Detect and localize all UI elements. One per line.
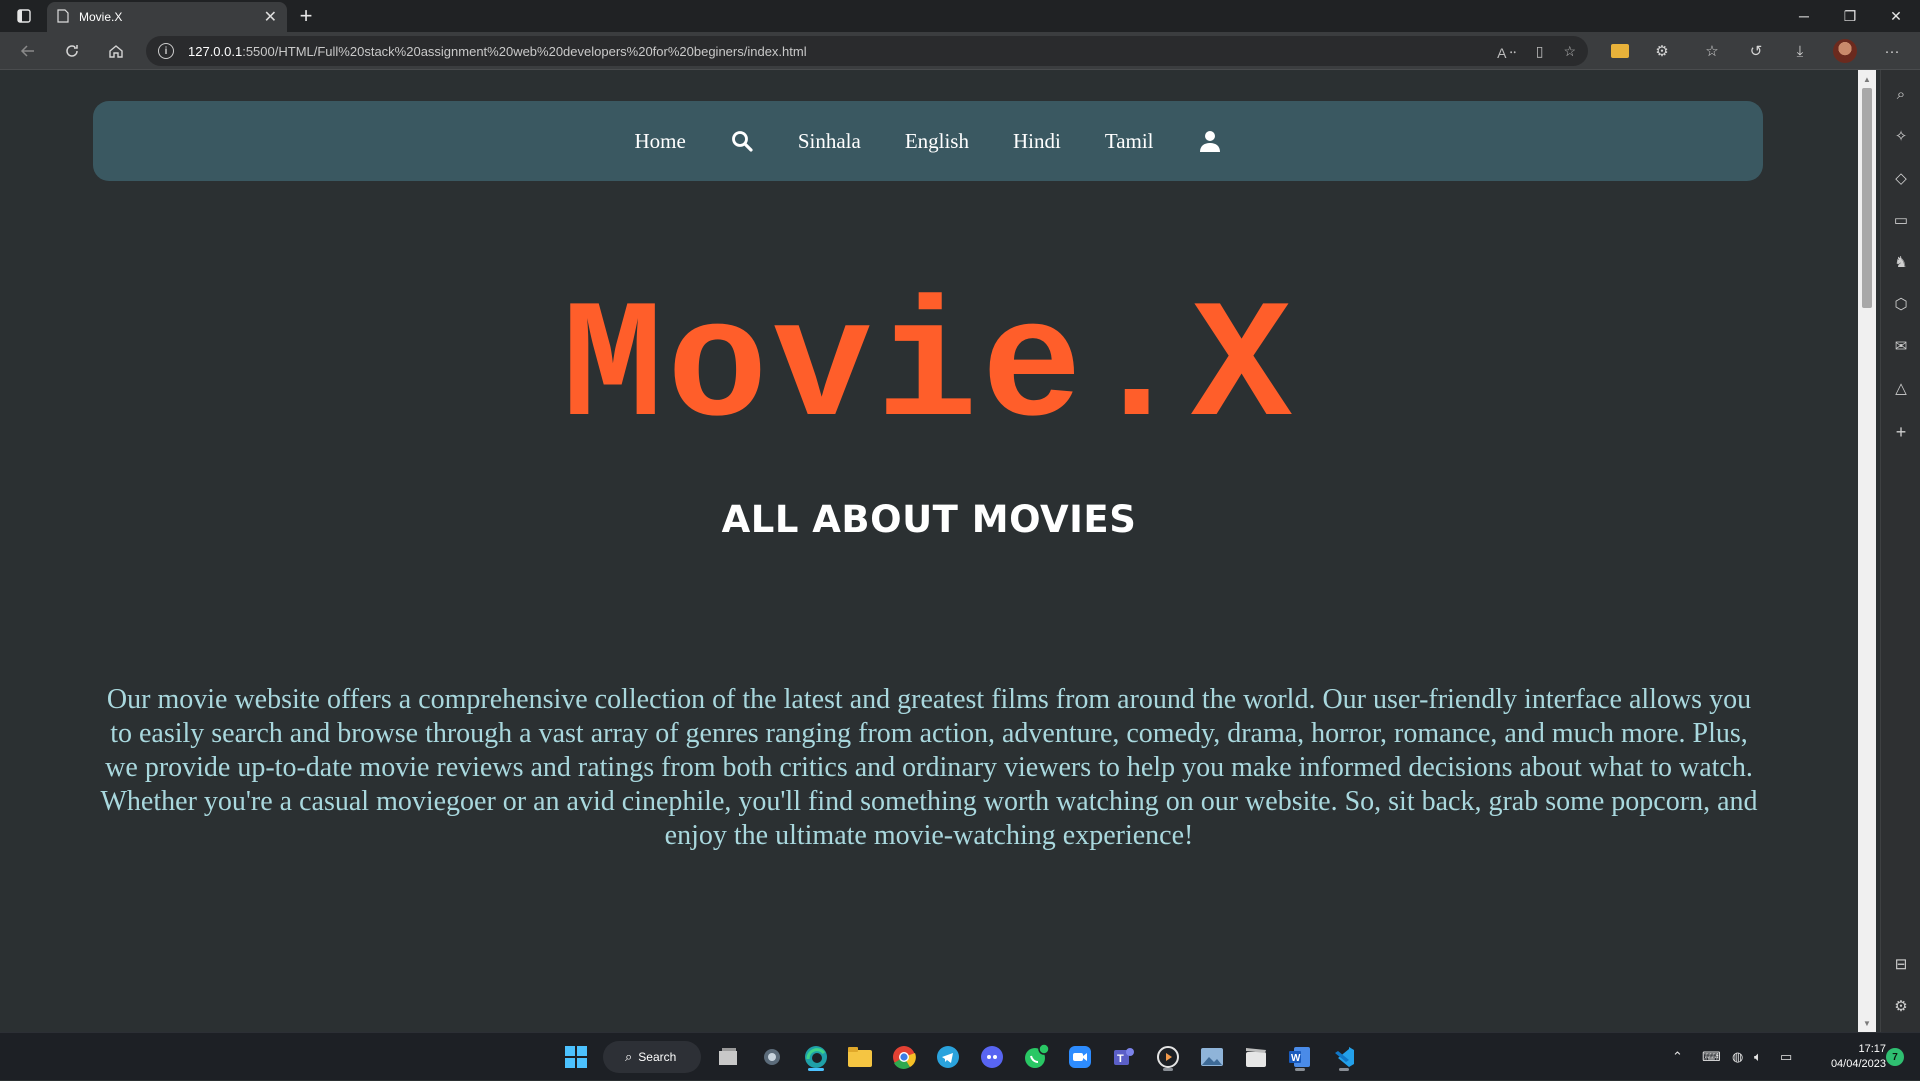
tab-actions-icon[interactable] bbox=[8, 0, 40, 32]
scroll-thumb[interactable] bbox=[1862, 88, 1872, 308]
vscode-icon[interactable] bbox=[1328, 1041, 1360, 1073]
word-icon[interactable]: W bbox=[1284, 1041, 1316, 1073]
clock-date: 04/04/2023 bbox=[1830, 1058, 1886, 1070]
battery-icon[interactable]: ▭ bbox=[1780, 1033, 1792, 1081]
search-icon[interactable] bbox=[730, 129, 754, 153]
nav-sinhala[interactable]: Sinhala bbox=[798, 129, 861, 154]
browser-toolbar: i 127.0.0.1:5500/HTML/Full%20stack%20ass… bbox=[0, 32, 1920, 70]
page-scrollbar[interactable]: ▲ ▼ bbox=[1858, 70, 1876, 1032]
whatsapp-icon[interactable] bbox=[1020, 1041, 1052, 1073]
clipchamp-icon[interactable] bbox=[1240, 1041, 1272, 1073]
site-navbar: Home Sinhala English Hindi Tamil bbox=[93, 101, 1763, 181]
svg-text:W: W bbox=[1291, 1053, 1301, 1064]
network-icon[interactable]: ◍ bbox=[1732, 1033, 1743, 1081]
scroll-up-icon[interactable]: ▲ bbox=[1858, 72, 1876, 86]
site-title: Movie.X bbox=[562, 275, 1296, 465]
nav-hindi[interactable]: Hindi bbox=[1013, 129, 1061, 154]
chrome-icon[interactable] bbox=[888, 1041, 920, 1073]
media-player-icon[interactable] bbox=[1152, 1041, 1184, 1073]
settings-app-icon[interactable] bbox=[756, 1041, 788, 1073]
drop-icon[interactable]: △ bbox=[1881, 376, 1920, 400]
windows-taskbar: ⌕ Search T W ⌃ ⌨ ◍ 🔈︎ ▭ 17:17 04/04/2023… bbox=[0, 1032, 1920, 1080]
page-icon bbox=[57, 8, 69, 26]
office-icon[interactable]: ⬡ bbox=[1881, 292, 1920, 316]
photos-icon[interactable] bbox=[1196, 1041, 1228, 1073]
clock-time: 17:17 bbox=[1858, 1043, 1886, 1055]
tools-icon[interactable]: ▭ bbox=[1881, 208, 1920, 232]
edge-sidebar: ⌕ ✧ ◇ ▭ ♞ ⬡ ✉ △ + ⊟ ⚙ bbox=[1880, 70, 1920, 1032]
add-sidebar-app-icon[interactable]: + bbox=[1881, 420, 1920, 444]
address-bar[interactable]: i 127.0.0.1:5500/HTML/Full%20stack%20ass… bbox=[146, 36, 1588, 66]
url-text[interactable]: 127.0.0.1:5500/HTML/Full%20stack%20assig… bbox=[188, 44, 807, 59]
immersive-reader-icon[interactable]: ▯ bbox=[1536, 43, 1544, 60]
restore-icon[interactable]: ❐ bbox=[1828, 0, 1872, 32]
keyboard-icon[interactable]: ⌨ bbox=[1702, 1033, 1721, 1081]
hide-sidebar-icon[interactable]: ⊟ bbox=[1881, 952, 1920, 976]
taskbar-clock[interactable]: 17:17 04/04/2023 bbox=[1806, 1042, 1886, 1072]
new-tab-icon[interactable]: + bbox=[294, 0, 318, 32]
site-info-icon[interactable]: i bbox=[158, 43, 174, 59]
favorites-icon[interactable]: ☆ bbox=[1692, 32, 1732, 70]
teams-icon[interactable]: T bbox=[1108, 1041, 1140, 1073]
outlook-icon[interactable]: ✉ bbox=[1881, 334, 1920, 358]
extension-icon[interactable] bbox=[1600, 32, 1640, 70]
nav-home[interactable]: Home bbox=[634, 129, 685, 154]
shopping-tag-icon[interactable]: ◇ bbox=[1881, 166, 1920, 190]
taskbar-search-button[interactable]: ⌕ Search bbox=[603, 1041, 701, 1073]
profile-avatar[interactable] bbox=[1825, 32, 1865, 70]
volume-icon[interactable]: 🔈︎ bbox=[1754, 1033, 1762, 1081]
show-hidden-icons-icon[interactable]: ⌃ bbox=[1672, 1033, 1683, 1081]
close-window-icon[interactable]: ✕ bbox=[1874, 0, 1918, 32]
tab-title: Movie.X bbox=[79, 10, 123, 24]
url-host: 127.0.0.1 bbox=[188, 43, 243, 59]
browser-tab[interactable]: Movie.X ✕ bbox=[47, 2, 287, 32]
site-description: Our movie website offers a comprehensive… bbox=[100, 684, 1758, 851]
refresh-icon[interactable] bbox=[54, 32, 90, 70]
taskbar-search-label: Search bbox=[638, 1050, 677, 1064]
nav-english[interactable]: English bbox=[905, 129, 969, 154]
page-viewport: Home Sinhala English Hindi Tamil Movie.X… bbox=[0, 71, 1858, 1032]
url-path: :5500/HTML/Full%20stack%20assignment%20w… bbox=[242, 43, 807, 59]
home-icon[interactable] bbox=[98, 32, 134, 70]
edge-app-icon[interactable] bbox=[800, 1041, 832, 1073]
sidebar-settings-icon[interactable]: ⚙ bbox=[1881, 994, 1920, 1018]
svg-text:T: T bbox=[1117, 1053, 1124, 1065]
start-icon[interactable] bbox=[560, 1041, 592, 1073]
search-icon: ⌕ bbox=[625, 1049, 633, 1064]
downloads-icon[interactable]: ⤓ bbox=[1780, 32, 1820, 70]
task-view-icon[interactable] bbox=[712, 1041, 744, 1073]
scroll-down-icon[interactable]: ▼ bbox=[1858, 1016, 1876, 1030]
extensions-icon[interactable]: ⚙ bbox=[1642, 32, 1682, 70]
history-icon[interactable]: ↺ bbox=[1736, 32, 1776, 70]
user-icon[interactable] bbox=[1198, 129, 1222, 153]
more-menu-icon[interactable]: ··· bbox=[1872, 32, 1912, 70]
add-favorite-icon[interactable]: ☆ bbox=[1563, 43, 1576, 60]
copilot-icon[interactable]: ✧ bbox=[1881, 124, 1920, 148]
notification-badge[interactable]: 7 bbox=[1886, 1048, 1904, 1066]
site-subtitle: ALL ABOUT MOVIES bbox=[721, 498, 1137, 541]
browser-tab-bar: Movie.X ✕ + ─ ❐ ✕ bbox=[0, 0, 1920, 32]
telegram-icon[interactable] bbox=[932, 1041, 964, 1073]
close-tab-icon[interactable]: ✕ bbox=[264, 7, 277, 27]
games-icon[interactable]: ♞ bbox=[1881, 250, 1920, 274]
sidebar-search-icon[interactable]: ⌕ bbox=[1881, 82, 1920, 106]
discord-icon[interactable] bbox=[976, 1041, 1008, 1073]
file-explorer-icon[interactable] bbox=[844, 1041, 876, 1073]
back-icon[interactable] bbox=[10, 32, 46, 70]
nav-tamil[interactable]: Tamil bbox=[1105, 129, 1154, 154]
zoom-icon[interactable] bbox=[1064, 1041, 1096, 1073]
minimize-icon[interactable]: ─ bbox=[1782, 0, 1826, 32]
read-aloud-icon[interactable]: A᠃ bbox=[1497, 39, 1516, 63]
